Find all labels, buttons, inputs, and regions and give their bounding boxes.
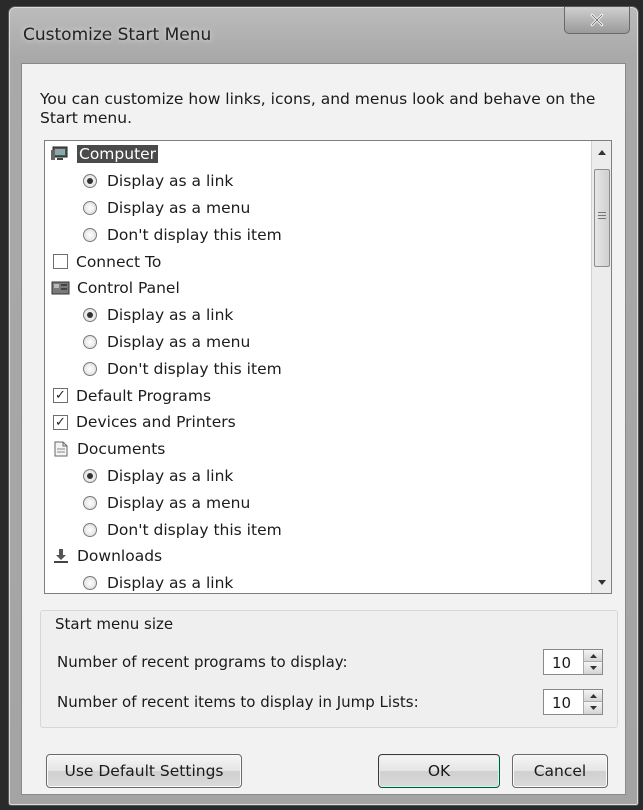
list-option-radio[interactable]: Don't display this item: [45, 355, 591, 382]
list-option-radio[interactable]: Don't display this item: [45, 516, 591, 543]
category-label: Documents: [77, 440, 166, 459]
list-checkbox-item[interactable]: ✓ Devices and Printers: [45, 409, 591, 436]
start-menu-items-list[interactable]: Computer Display as a link Display as a me…: [44, 140, 612, 594]
list-checkbox-item[interactable]: ✓ Default Programs: [45, 382, 591, 409]
option-label: Don't display this item: [107, 520, 282, 539]
close-button[interactable]: [564, 7, 630, 34]
list-items-container: Computer Display as a link Display as a me…: [45, 141, 591, 593]
list-option-radio[interactable]: Display as a link: [45, 302, 591, 329]
option-label: Display as a link: [107, 574, 234, 593]
scroll-down-button[interactable]: [592, 573, 611, 591]
list-category-downloads[interactable]: Downloads: [45, 543, 591, 570]
documents-icon: [51, 441, 71, 457]
scroll-up-button[interactable]: [592, 143, 611, 161]
radio-unselected-icon[interactable]: [83, 200, 97, 215]
dialog-title: Customize Start Menu: [23, 25, 212, 45]
title-bar[interactable]: Customize Start Menu: [9, 7, 638, 63]
category-label: Downloads: [77, 547, 163, 566]
checkbox-label: Default Programs: [76, 386, 212, 405]
spin-up-icon: [589, 693, 597, 698]
option-label: Don't display this item: [107, 359, 282, 378]
category-label: Computer: [77, 145, 159, 164]
radio-unselected-icon[interactable]: [83, 227, 97, 242]
scroll-up-arrow-icon: [597, 149, 606, 155]
list-option-radio[interactable]: Display as a menu: [45, 489, 591, 516]
scroll-grip-icon: [598, 212, 606, 213]
radio-unselected-icon[interactable]: [83, 334, 97, 349]
recent-programs-value[interactable]: 10: [552, 654, 571, 672]
list-option-radio[interactable]: Display as a menu: [45, 329, 591, 356]
spin-down-icon: [589, 666, 597, 670]
option-label: Display as a menu: [107, 198, 251, 217]
close-icon: [590, 13, 604, 27]
spin-down-icon: [589, 706, 597, 710]
recent-programs-decrement-button[interactable]: [584, 662, 602, 674]
control-panel-icon: [51, 280, 71, 296]
jump-list-increment-button[interactable]: [584, 690, 602, 702]
customize-start-menu-dialog: Customize Start Menu You can customize h…: [8, 6, 639, 806]
checkbox-checked-icon[interactable]: ✓: [53, 414, 68, 430]
list-option-radio[interactable]: Display as a link: [45, 570, 591, 593]
use-default-settings-button[interactable]: Use Default Settings: [46, 754, 242, 788]
jump-list-items-label: Number of recent items to display in Jum…: [57, 693, 419, 711]
recent-programs-label: Number of recent programs to display:: [57, 653, 348, 671]
option-label: Don't display this item: [107, 225, 282, 244]
dialog-body: You can customize how links, icons, and …: [21, 63, 626, 795]
scroll-down-arrow-icon: [597, 579, 606, 585]
option-label: Display as a menu: [107, 332, 251, 351]
checkbox-checked-icon[interactable]: ✓: [53, 388, 68, 404]
radio-selected-icon[interactable]: [83, 174, 97, 189]
list-category-computer[interactable]: Computer: [45, 141, 591, 168]
radio-selected-icon[interactable]: [83, 308, 97, 323]
list-category-documents[interactable]: Documents: [45, 436, 591, 463]
computer-icon: [51, 146, 71, 162]
list-option-radio[interactable]: Don't display this item: [45, 221, 591, 248]
recent-programs-stepper[interactable]: 10: [543, 649, 603, 675]
radio-unselected-icon[interactable]: [83, 361, 97, 376]
option-label: Display as a link: [107, 172, 234, 191]
category-label: Control Panel: [77, 279, 180, 298]
option-label: Display as a link: [107, 306, 234, 325]
list-option-radio[interactable]: Display as a link: [45, 168, 591, 195]
list-category-control-panel[interactable]: Control Panel: [45, 275, 591, 302]
checkbox-label: Connect To: [76, 252, 162, 271]
spin-up-icon: [589, 653, 597, 658]
option-label: Display as a menu: [107, 493, 251, 512]
radio-unselected-icon[interactable]: [83, 522, 97, 537]
ok-button[interactable]: OK: [378, 754, 500, 788]
list-option-radio[interactable]: Display as a link: [45, 463, 591, 490]
radio-unselected-icon[interactable]: [83, 495, 97, 510]
scroll-thumb[interactable]: [594, 169, 610, 267]
vertical-scrollbar[interactable]: [591, 141, 611, 593]
jump-list-items-stepper[interactable]: 10: [543, 689, 603, 715]
start-menu-size-label: Start menu size: [55, 615, 174, 633]
jump-list-items-value[interactable]: 10: [552, 694, 571, 712]
downloads-icon: [51, 548, 71, 564]
intro-text: You can customize how links, icons, and …: [40, 90, 596, 127]
list-option-radio[interactable]: Display as a menu: [45, 195, 591, 222]
checkbox-label: Devices and Printers: [76, 413, 236, 432]
radio-unselected-icon[interactable]: [83, 576, 97, 591]
radio-selected-icon[interactable]: [83, 468, 97, 483]
jump-list-decrement-button[interactable]: [584, 702, 602, 714]
cancel-button[interactable]: Cancel: [512, 754, 608, 788]
recent-programs-increment-button[interactable]: [584, 650, 602, 662]
recent-programs-spin-buttons: [583, 650, 602, 674]
checkbox-unchecked-icon[interactable]: [53, 254, 68, 270]
option-label: Display as a link: [107, 466, 234, 485]
start-menu-size-group: Start menu size Number of recent program…: [40, 610, 618, 728]
jump-list-spin-buttons: [583, 690, 602, 714]
list-checkbox-item[interactable]: Connect To: [45, 248, 591, 275]
